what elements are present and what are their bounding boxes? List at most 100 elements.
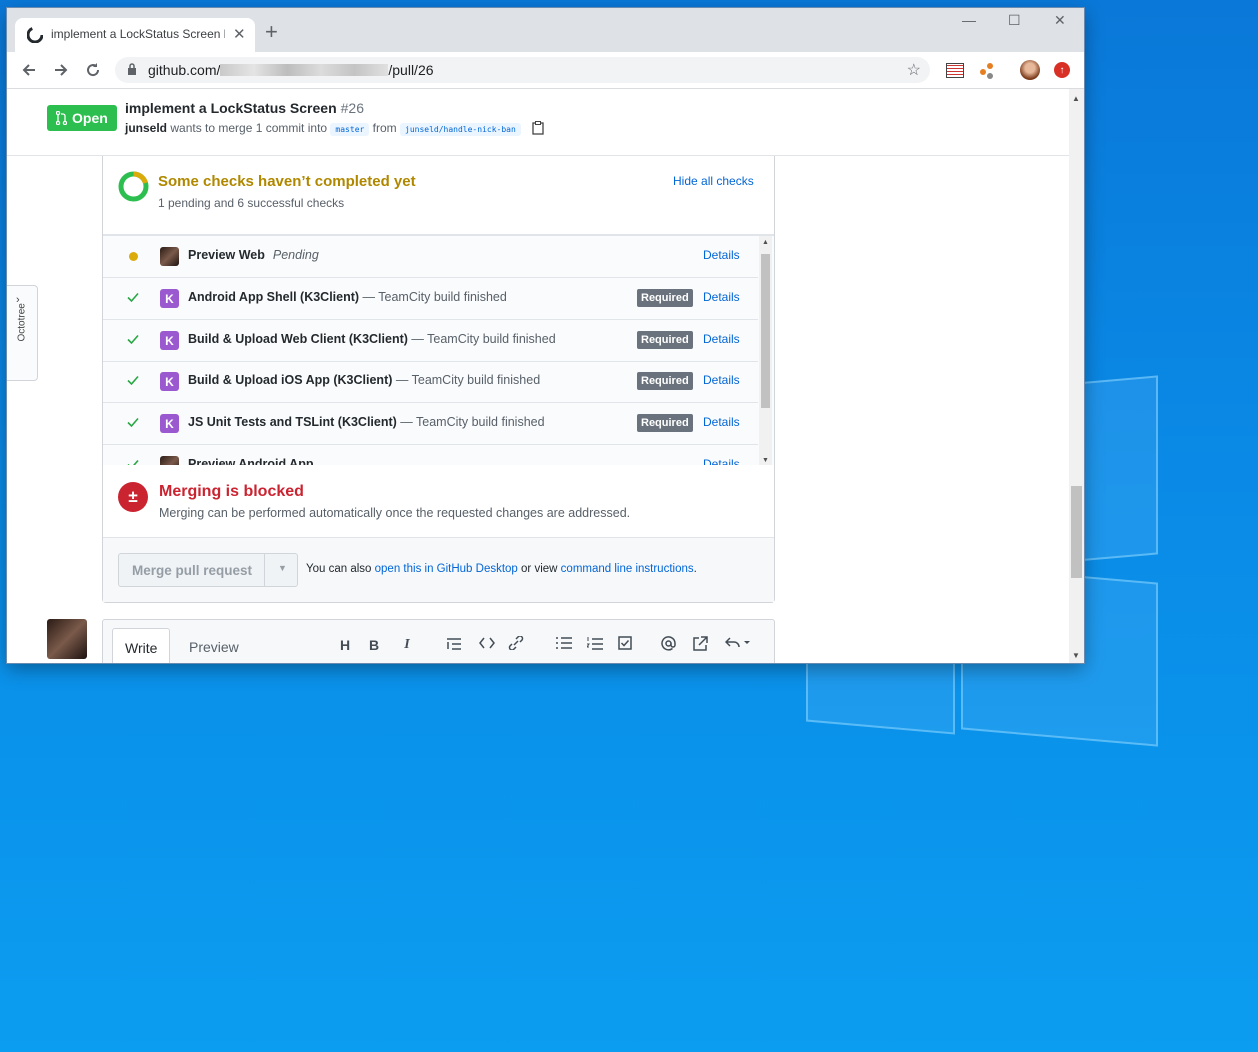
head-branch[interactable]: junseld/handle-nick-ban	[400, 123, 521, 136]
hide-all-checks-link[interactable]: Hide all checks	[673, 174, 754, 188]
scroll-down-icon[interactable]: ▼	[762, 457, 769, 464]
required-badge: Required	[637, 289, 693, 307]
code-icon[interactable]	[479, 637, 495, 649]
blocked-title: Merging is blocked	[159, 483, 304, 500]
arrow-left-icon	[22, 64, 35, 76]
checks-scrollbar[interactable]: ▲ ▼	[759, 236, 772, 466]
heading-icon[interactable]: H	[336, 637, 354, 653]
browser-tab[interactable]: implement a LockStatus Screen b ✕	[15, 18, 255, 52]
required-badge: Required	[637, 331, 693, 349]
tab-preview[interactable]: Preview	[177, 628, 251, 663]
merging-blocked-section: ± Merging is blocked Merging can be perf…	[103, 465, 774, 538]
caret-down-icon[interactable]: ▼	[278, 563, 287, 573]
check-name: Preview Web Pending	[188, 248, 319, 262]
extension-network-icon[interactable]	[977, 60, 997, 80]
pr-meta-text: wants to merge 1 commit into	[167, 121, 331, 135]
mention-icon[interactable]	[661, 636, 676, 651]
pr-state-badge: Open	[47, 105, 117, 131]
checks-progress-ring-icon	[118, 171, 149, 202]
maximize-button[interactable]: ☐	[1008, 12, 1021, 29]
details-link[interactable]: Details	[703, 415, 740, 429]
check-success-icon	[127, 417, 139, 428]
reload-icon	[87, 63, 100, 77]
new-tab-button[interactable]: +	[265, 19, 278, 45]
merge-actions: Merge pull request ▼ You can also open t…	[103, 538, 774, 602]
required-badge: Required	[637, 414, 693, 432]
tab-write[interactable]: Write	[112, 628, 171, 663]
check-name: Build & Upload iOS App (K3Client) — Team…	[188, 373, 541, 387]
open-github-desktop-link[interactable]: open this in GitHub Desktop	[375, 563, 518, 575]
check-row: K Build & Upload Web Client (K3Client) —…	[103, 320, 758, 362]
pr-state-label: Open	[72, 110, 108, 126]
bookmark-star-icon[interactable]: ☆	[907, 60, 921, 80]
browser-toolbar: github.com//pull/26 ☆ ↑	[7, 52, 1084, 89]
numbered-list-icon[interactable]	[587, 637, 603, 650]
scroll-up-icon[interactable]: ▲	[1072, 94, 1080, 103]
tab-title: implement a LockStatus Screen b	[51, 27, 225, 41]
comment-avatar[interactable]	[47, 619, 87, 659]
teamcity-k-icon: K	[160, 414, 179, 433]
window-close-button[interactable]: ✕	[1054, 12, 1066, 29]
url-text: github.com//pull/26	[148, 62, 434, 78]
scroll-up-icon[interactable]: ▲	[762, 239, 769, 246]
page-scrollbar[interactable]: ▲ ▼	[1069, 89, 1084, 663]
details-link[interactable]: Details	[703, 373, 740, 387]
blocked-subtitle: Merging can be performed automatically o…	[159, 506, 631, 520]
merge-button-label: Merge pull request	[132, 563, 253, 578]
forward-button[interactable]	[50, 59, 72, 81]
required-badge: Required	[637, 372, 693, 390]
git-pull-request-icon	[56, 111, 67, 125]
merge-pull-request-button[interactable]: Merge pull request ▼	[118, 553, 298, 587]
scroll-down-icon[interactable]: ▼	[1072, 651, 1080, 660]
bold-icon[interactable]: B	[365, 637, 383, 653]
reply-icon[interactable]	[725, 637, 753, 649]
pr-from-text: from	[369, 121, 400, 135]
details-link[interactable]: Details	[703, 248, 740, 262]
alert-icon: ±	[118, 482, 148, 512]
reference-icon[interactable]	[693, 636, 708, 651]
merge-button-divider	[264, 554, 265, 586]
tab-close-icon[interactable]: ✕	[233, 25, 246, 43]
minimize-button[interactable]: —	[962, 12, 976, 28]
update-alert-icon[interactable]: ↑	[1052, 60, 1072, 80]
check-row: Preview Web Pending Details	[103, 236, 758, 278]
checks-subtitle: 1 pending and 6 successful checks	[158, 196, 345, 210]
merge-box: Some checks haven’t completed yet 1 pend…	[102, 156, 775, 603]
check-name: Android App Shell (K3Client) — TeamCity …	[188, 290, 507, 304]
pr-author[interactable]: junseld	[125, 121, 167, 135]
bulleted-list-icon[interactable]	[556, 637, 572, 649]
check-row: K Android App Shell (K3Client) — TeamCit…	[103, 278, 758, 320]
extension-reader-icon[interactable]	[944, 60, 964, 80]
page-scroll-thumb[interactable]	[1071, 486, 1082, 578]
check-avatar	[160, 247, 179, 266]
profile-avatar[interactable]	[1020, 60, 1040, 80]
reload-button[interactable]	[82, 59, 104, 81]
arrow-right-icon	[55, 64, 68, 76]
check-success-icon	[127, 375, 139, 386]
quote-icon[interactable]	[447, 638, 461, 650]
github-favicon-icon	[27, 27, 43, 43]
checks-summary: Some checks haven’t completed yet 1 pend…	[103, 156, 774, 235]
check-success-icon	[127, 292, 139, 303]
browser-window: implement a LockStatus Screen b ✕ + — ☐ …	[7, 8, 1084, 663]
base-branch[interactable]: master	[330, 123, 370, 136]
pr-sticky-header: Open implement a LockStatus Screen #26 ju…	[7, 89, 1069, 156]
pr-title-text: implement a LockStatus Screen	[125, 100, 337, 116]
details-link[interactable]: Details	[703, 332, 740, 346]
check-row: K JS Unit Tests and TSLint (K3Client) — …	[103, 403, 758, 445]
details-link[interactable]: Details	[703, 290, 740, 304]
italic-icon[interactable]: I	[398, 637, 416, 653]
task-list-icon[interactable]	[618, 636, 632, 650]
clipboard-copy-icon[interactable]	[532, 121, 544, 135]
pr-title: implement a LockStatus Screen #26	[125, 100, 364, 116]
address-bar[interactable]: github.com//pull/26 ☆	[115, 57, 930, 83]
octotree-sidebar-toggle[interactable]: › Octotree	[7, 285, 38, 381]
teamcity-k-icon: K	[160, 372, 179, 391]
back-button[interactable]	[18, 59, 40, 81]
link-icon[interactable]	[508, 636, 524, 650]
check-status: Pending	[272, 248, 319, 262]
pending-dot-icon	[129, 252, 138, 261]
command-line-instructions-link[interactable]: command line instructions	[561, 563, 694, 575]
scroll-thumb[interactable]	[761, 254, 770, 408]
redacted-url-segment	[220, 64, 389, 76]
